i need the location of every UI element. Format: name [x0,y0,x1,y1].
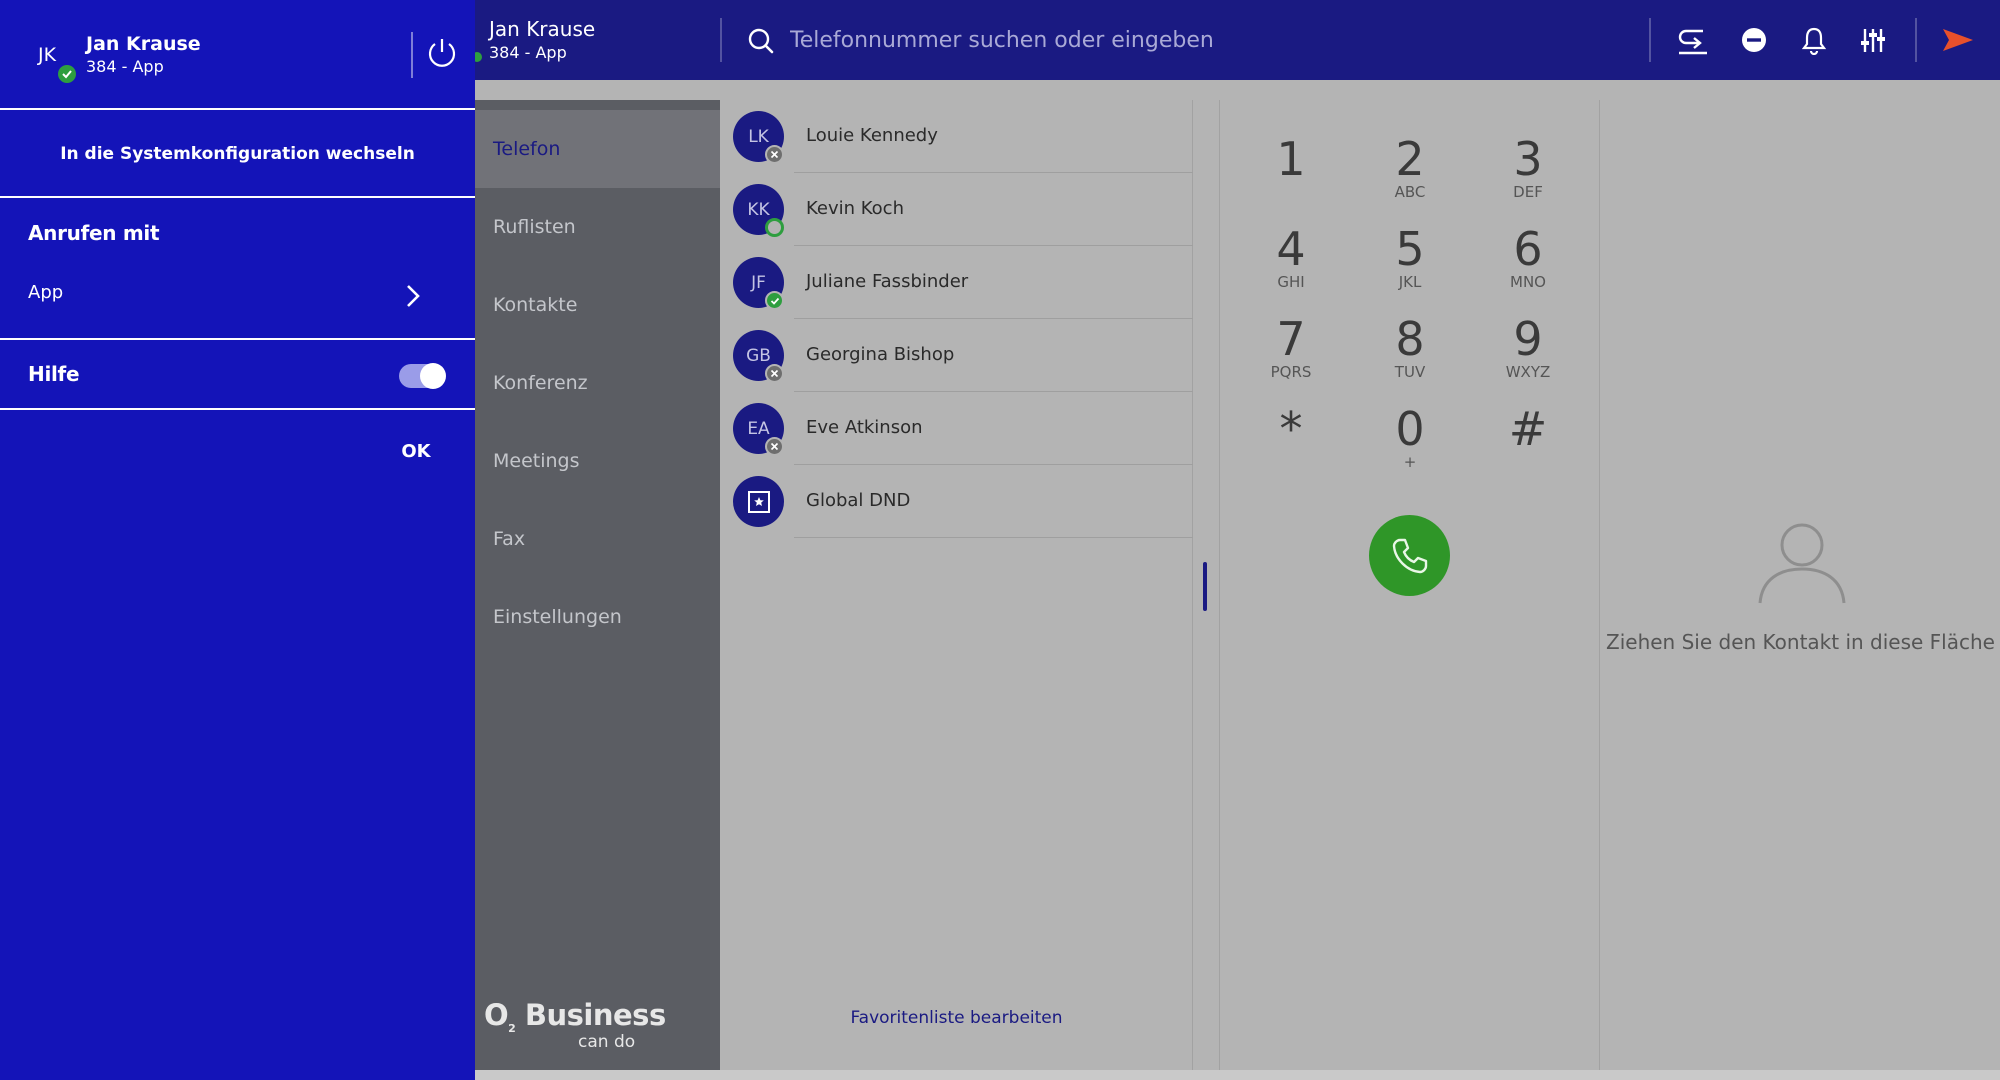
header-user: Jan Krause 384 - App [489,16,595,64]
nav-item-konferenz[interactable]: Konferenz [475,344,720,422]
drawer-divider [411,32,413,78]
status-available-icon [765,291,784,310]
dial-key-1[interactable]: 1 [1246,134,1336,218]
list-item[interactable]: LK Louie Kennedy [720,100,1193,173]
list-item[interactable]: JF Juliane Fassbinder [720,246,1193,319]
list-item[interactable]: KK Kevin Koch [720,173,1193,246]
nav-item-fax[interactable]: Fax [475,500,720,578]
brand-tagline: can do [578,1032,636,1052]
contact-name: Louie Kennedy [806,125,938,146]
phone-icon [1392,538,1427,573]
header-user-name: Jan Krause [489,17,596,41]
nav-item-ruflisten[interactable]: Ruflisten [475,188,720,266]
contact-name: Eve Atkinson [806,417,923,438]
call-with-value: App [28,282,64,303]
settings-sliders-button[interactable] [1853,20,1893,60]
contact-name: Georgina Bishop [806,344,955,365]
drop-hint: Ziehen Sie den Kontakt in diese Fläche [1606,630,1995,654]
drawer-user-line: 384 - App [86,57,164,76]
status-ring-icon [765,218,784,237]
nav-item-kontakte[interactable]: Kontakte [475,266,720,344]
dial-key-4[interactable]: 4 GHI [1246,224,1336,308]
toggle-knob [420,363,446,389]
dial-key-9[interactable]: 9 WXYZ [1483,314,1573,398]
favorites-list: LK Louie Kennedy KK Kevin Koch JF Julian… [720,100,1193,1070]
main-navigation: Telefon Ruflisten Kontakte Konferenz Mee… [475,100,720,1070]
dial-key-star[interactable]: * [1246,404,1336,488]
header-divider [720,18,722,62]
notifications-button[interactable] [1794,20,1834,60]
call-transfer-button[interactable] [1673,20,1713,60]
send-icon [1943,29,1973,51]
call-button[interactable] [1369,515,1450,596]
drawer-header: JK Jan Krause 384 - App [0,0,475,110]
header-divider [1915,18,1917,62]
dial-key-7[interactable]: 7 PQRS [1246,314,1336,398]
search-icon[interactable] [746,26,776,56]
status-available-icon [58,65,76,83]
status-offline-icon [765,145,784,164]
bottom-border [475,1070,2000,1080]
nav-item-einstellungen[interactable]: Einstellungen [475,578,720,656]
do-not-disturb-icon [1742,28,1766,52]
search-input[interactable] [790,18,1640,62]
dial-key-3[interactable]: 3 DEF [1483,134,1573,218]
brand-wordmark: O2 Business [484,998,666,1035]
contact-name: Kevin Koch [806,198,904,219]
header-user-line: 384 - App [489,43,567,62]
global-dnd-icon [747,490,770,513]
ok-button[interactable]: OK [396,436,436,466]
do-not-disturb-button[interactable] [1734,20,1774,60]
help-label: Hilfe [28,362,80,386]
system-config-link[interactable]: In die Systemkonfiguration wechseln [0,112,475,198]
help-row: Hilfe [0,342,475,410]
list-item[interactable]: Global DND [720,465,1193,538]
nav-item-telefon[interactable]: Telefon [475,110,720,188]
help-toggle[interactable] [399,363,446,389]
dial-key-8[interactable]: 8 TUV [1365,314,1455,398]
panel-resize-handle[interactable] [1203,562,1207,611]
nav-item-meetings[interactable]: Meetings [475,422,720,500]
user-menu-drawer: JK Jan Krause 384 - App In die Systemkon… [0,0,475,1080]
brand-logo: O2 Business can do [484,998,666,1052]
call-transfer-icon [1678,29,1707,55]
avatar [733,476,784,527]
avatar: JK [38,44,57,66]
person-icon [1758,523,1846,604]
bell-icon [1801,27,1827,55]
status-offline-icon [765,364,784,383]
contact-drop-area[interactable]: Ziehen Sie den Kontakt in diese Fläche [1601,100,2000,1070]
edit-favorites-link[interactable]: Favoritenliste bearbeiten [720,1008,1193,1028]
contact-name: Juliane Fassbinder [806,271,969,292]
header-divider [1649,18,1651,62]
list-item[interactable]: EA Eve Atkinson [720,392,1193,465]
list-item[interactable]: GB Georgina Bishop [720,319,1193,392]
chevron-right-icon [407,285,420,307]
dial-key-5[interactable]: 5 JKL [1365,224,1455,308]
call-with-heading: Anrufen mit [28,221,160,245]
call-with-selector[interactable]: App [0,270,475,340]
contact-name: Global DND [806,490,911,511]
row-divider [794,537,1193,538]
send-button[interactable] [1938,20,1978,60]
status-offline-icon [765,437,784,456]
dial-key-0[interactable]: 0 + [1365,404,1455,488]
dial-key-2[interactable]: 2 ABC [1365,134,1455,218]
drawer-user-name: Jan Krause [86,33,201,55]
dial-key-6[interactable]: 6 MNO [1483,224,1573,308]
power-icon[interactable] [425,36,459,70]
sliders-icon [1861,29,1885,52]
dial-key-hash[interactable]: # [1483,404,1573,488]
